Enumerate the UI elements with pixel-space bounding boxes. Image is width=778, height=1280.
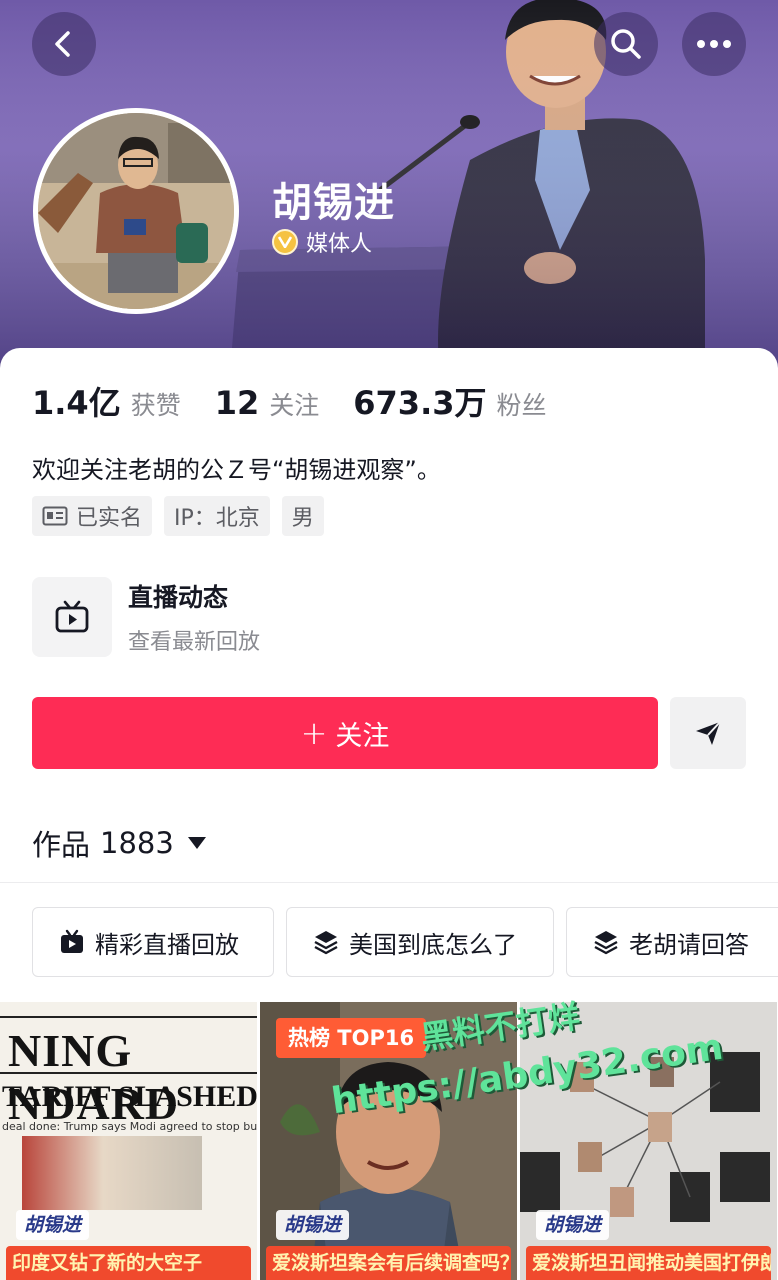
avatar-photo	[38, 113, 234, 309]
rule-line	[0, 1072, 257, 1074]
stat-value: 1.4亿	[32, 384, 121, 422]
tv-icon	[55, 600, 89, 633]
live-icon-box	[32, 577, 112, 657]
profile-card: 1.4亿 获赞 12 关注 673.3万 粉丝 欢迎关注老胡的公Ｚ号“胡锡进观察…	[0, 348, 778, 1280]
search-icon	[611, 29, 641, 59]
newspaper-subline: deal done: Trump says Modi agreed to sto…	[2, 1120, 257, 1133]
stat-label: 粉丝	[496, 391, 547, 420]
rule-line	[0, 1016, 257, 1018]
video-author-tag: 胡锡进	[276, 1210, 350, 1240]
works-label: 作品	[32, 828, 91, 862]
send-message-button[interactable]	[670, 697, 746, 769]
live-activity-entry[interactable]: 直播动态 查看最新回放	[32, 576, 746, 658]
chip-label: 精彩直播回放	[95, 930, 239, 959]
stat-value: 12	[214, 384, 260, 422]
profile-name: 胡锡进	[272, 180, 395, 226]
plus-icon: +	[300, 714, 328, 752]
avatar[interactable]	[33, 108, 239, 314]
live-title: 直播动态	[128, 583, 229, 612]
profile-bio: 欢迎关注老胡的公Ｚ号“胡锡进观察”。	[32, 456, 441, 484]
collection-chips: 精彩直播回放 美国到底怎么了 老胡请回答	[32, 907, 778, 977]
newspaper-masthead: NING NDARD	[8, 1025, 180, 1129]
stat-following[interactable]: 12 关注	[215, 384, 320, 422]
layers-icon	[594, 931, 618, 955]
stat-value: 673.3万	[353, 384, 487, 422]
tag-ip: IP：北京	[164, 496, 270, 536]
profile-header: 胡锡进 媒体人	[0, 0, 778, 372]
chip-hu-answers[interactable]: 老胡请回答	[566, 907, 778, 977]
chevron-left-icon	[55, 31, 70, 57]
hot-rank-badge: 热榜 TOP16	[276, 1018, 427, 1058]
stat-followers[interactable]: 673.3万 粉丝	[353, 378, 546, 424]
video-author-tag: 胡锡进	[536, 1210, 610, 1240]
verified-v-icon	[272, 229, 298, 255]
more-options-button[interactable]	[682, 12, 746, 76]
stats-row: 1.4亿 获赞 12 关注 673.3万 粉丝	[32, 378, 581, 424]
tag-label: IP：北京	[174, 506, 260, 531]
stat-label: 关注	[269, 391, 320, 420]
video-caption: 爱泼斯坦丑闻推动美国打伊朗	[526, 1246, 771, 1280]
tag-gender: 男	[281, 496, 324, 536]
video-tile[interactable]: NING NDARD TARIFF SLASHED T deal done: T…	[0, 1002, 257, 1280]
profile-tags: 已实名 IP：北京 男	[32, 496, 324, 536]
tag-label: 已实名	[76, 506, 143, 531]
works-tab[interactable]: 作品 1883	[32, 822, 206, 864]
works-count: 1883	[100, 826, 174, 860]
video-author-tag: 胡锡进	[16, 1210, 90, 1240]
newspaper-photo	[22, 1136, 202, 1210]
chip-label: 美国到底怎么了	[349, 930, 517, 959]
tag-label: 男	[291, 506, 314, 531]
more-horizontal-icon	[697, 40, 731, 48]
verification-badge: 媒体人	[272, 226, 372, 258]
tag-real-name: 已实名	[32, 496, 153, 536]
chip-live-replay[interactable]: 精彩直播回放	[32, 907, 274, 977]
stat-likes: 1.4亿 获赞	[32, 378, 181, 424]
newspaper-headline: TARIFF SLASHED T	[2, 1080, 257, 1113]
badge-label: 媒体人	[306, 232, 373, 257]
live-replay-icon	[61, 929, 83, 953]
chip-usa-series[interactable]: 美国到底怎么了	[286, 907, 554, 977]
back-button[interactable]	[32, 12, 96, 76]
stat-label: 获赞	[130, 391, 181, 420]
paper-plane-icon	[696, 721, 721, 745]
divider	[0, 882, 778, 883]
search-button[interactable]	[594, 12, 658, 76]
chip-label: 老胡请回答	[629, 930, 749, 959]
layers-icon	[314, 931, 338, 955]
follow-button[interactable]: + 关注	[32, 697, 658, 769]
video-caption: 爱泼斯坦案会有后续调查吗？	[266, 1246, 511, 1280]
video-caption: 印度又钻了新的大空子	[6, 1246, 251, 1280]
follow-label: 关注	[335, 720, 390, 752]
caret-down-icon	[187, 837, 206, 849]
live-subtitle: 查看最新回放	[128, 630, 261, 655]
id-card-icon	[42, 506, 68, 526]
